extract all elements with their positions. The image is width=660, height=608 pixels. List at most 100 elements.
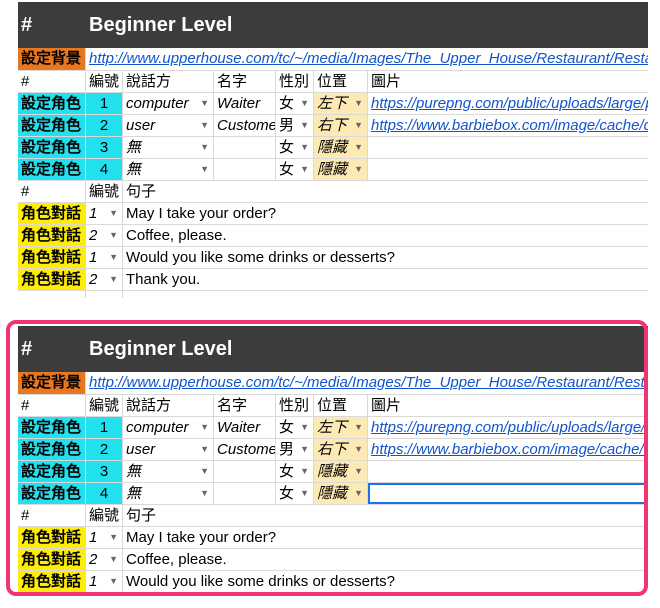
empty-cell[interactable] (18, 291, 86, 298)
dialog-label[interactable]: 角色對話 (18, 225, 86, 246)
role-label[interactable]: 設定角色 (18, 439, 86, 460)
dialog-sentence[interactable]: Coffee, please. (123, 225, 648, 246)
dropdown-caret-icon[interactable]: ▼ (109, 269, 118, 289)
background-url[interactable]: http://www.upperhouse.com/tc/~/media/Ima… (86, 48, 648, 70)
role-name[interactable]: Waiter (214, 93, 276, 114)
role-label[interactable]: 設定角色 (18, 461, 86, 482)
col-position[interactable]: 位置 (314, 71, 368, 92)
dropdown-caret-icon[interactable]: ▼ (200, 461, 209, 481)
position-dropdown[interactable]: 隱藏 ▼ (314, 483, 368, 504)
col-name[interactable]: 名字 (214, 71, 276, 92)
position-dropdown[interactable]: 左下 ▼ (314, 417, 368, 438)
position-dropdown[interactable]: 左下 ▼ (314, 93, 368, 114)
col-gender[interactable]: 性別 (276, 71, 314, 92)
empty-cell[interactable] (86, 291, 123, 298)
background-label[interactable]: 設定背景 (18, 372, 86, 394)
col-hash[interactable]: # (18, 395, 86, 416)
position-dropdown[interactable]: 隱藏 ▼ (314, 137, 368, 158)
dialog-number-dropdown[interactable]: 1 ▼ (86, 247, 123, 268)
speaker-dropdown[interactable]: user ▼ (123, 115, 214, 136)
role-name[interactable]: Waiter (214, 417, 276, 438)
role-image-url[interactable]: https://www.barbiebox.com/image/cache/da… (368, 115, 648, 136)
dialog-sentence[interactable]: May I take your order? (123, 527, 648, 548)
role-name[interactable] (214, 159, 276, 180)
col-position[interactable]: 位置 (314, 395, 368, 416)
dropdown-caret-icon[interactable]: ▼ (109, 549, 118, 569)
dropdown-caret-icon[interactable]: ▼ (354, 137, 363, 157)
gender-dropdown[interactable]: 女 ▼ (276, 93, 314, 114)
dialog-label[interactable]: 角色對話 (18, 203, 86, 224)
col-name[interactable]: 名字 (214, 395, 276, 416)
col-number[interactable]: 編號 (86, 395, 123, 416)
dropdown-caret-icon[interactable]: ▼ (200, 159, 209, 179)
speaker-dropdown[interactable]: user ▼ (123, 439, 214, 460)
dropdown-caret-icon[interactable]: ▼ (300, 93, 309, 113)
dialog-number-dropdown[interactable]: 1 ▼ (86, 203, 123, 224)
background-label[interactable]: 設定背景 (18, 48, 86, 70)
dialog-col-sentence[interactable]: 句子 (123, 505, 648, 526)
sheet-title[interactable]: Beginner Level (86, 2, 486, 48)
role-label[interactable]: 設定角色 (18, 483, 86, 504)
role-image-url[interactable]: https://www.barbiebox.com/image/cache/da… (368, 439, 648, 460)
dialog-col-hash[interactable]: # (18, 181, 86, 202)
dropdown-caret-icon[interactable]: ▼ (200, 93, 209, 113)
role-name[interactable]: Customer (214, 115, 276, 136)
dialog-sentence[interactable]: Coffee, please. (123, 549, 648, 570)
hash-header[interactable]: # (18, 326, 86, 372)
dialog-number-dropdown[interactable]: 2 ▼ (86, 549, 123, 570)
role-image-url[interactable] (368, 137, 648, 158)
dialog-number-dropdown[interactable]: 2 ▼ (86, 269, 123, 290)
dropdown-caret-icon[interactable]: ▼ (109, 571, 118, 591)
role-label[interactable]: 設定角色 (18, 115, 86, 136)
role-name[interactable] (214, 461, 276, 482)
col-gender[interactable]: 性別 (276, 395, 314, 416)
position-dropdown[interactable]: 隱藏 ▼ (314, 461, 368, 482)
hash-header[interactable]: # (18, 2, 86, 48)
role-image-url[interactable] (368, 483, 648, 504)
dropdown-caret-icon[interactable]: ▼ (300, 159, 309, 179)
dropdown-caret-icon[interactable]: ▼ (200, 483, 209, 503)
dialog-label[interactable]: 角色對話 (18, 527, 86, 548)
speaker-dropdown[interactable]: 無 ▼ (123, 461, 214, 482)
speaker-dropdown[interactable]: computer ▼ (123, 417, 214, 438)
role-label[interactable]: 設定角色 (18, 417, 86, 438)
background-url[interactable]: http://www.upperhouse.com/tc/~/media/Ima… (86, 372, 648, 394)
dropdown-caret-icon[interactable]: ▼ (354, 93, 363, 113)
role-number[interactable]: 4 (86, 159, 123, 180)
position-dropdown[interactable]: 右下 ▼ (314, 115, 368, 136)
dialog-number-dropdown[interactable]: 2 ▼ (86, 225, 123, 246)
speaker-dropdown[interactable]: 無 ▼ (123, 483, 214, 504)
role-image-url[interactable] (368, 461, 648, 482)
dialog-label[interactable]: 角色對話 (18, 549, 86, 570)
dropdown-caret-icon[interactable]: ▼ (354, 159, 363, 179)
role-image-url[interactable] (368, 159, 648, 180)
dropdown-caret-icon[interactable]: ▼ (300, 483, 309, 503)
position-dropdown[interactable]: 右下 ▼ (314, 439, 368, 460)
dropdown-caret-icon[interactable]: ▼ (109, 225, 118, 245)
dialog-col-hash[interactable]: # (18, 505, 86, 526)
col-speaker[interactable]: 說話方 (123, 395, 214, 416)
role-image-url[interactable]: https://purepng.com/public/uploads/large… (368, 93, 648, 114)
dialog-sentence[interactable]: May I take your order? (123, 203, 648, 224)
dropdown-caret-icon[interactable]: ▼ (109, 203, 118, 223)
sheet-title[interactable]: Beginner Level (86, 326, 486, 372)
speaker-dropdown[interactable]: 無 ▼ (123, 159, 214, 180)
dropdown-caret-icon[interactable]: ▼ (300, 137, 309, 157)
role-image-url[interactable]: https://purepng.com/public/uploads/large… (368, 417, 648, 438)
col-speaker[interactable]: 說話方 (123, 71, 214, 92)
dropdown-caret-icon[interactable]: ▼ (354, 461, 363, 481)
dropdown-caret-icon[interactable]: ▼ (300, 439, 309, 459)
dropdown-caret-icon[interactable]: ▼ (200, 115, 209, 135)
col-image[interactable]: 圖片 (368, 395, 648, 416)
gender-dropdown[interactable]: 男 ▼ (276, 439, 314, 460)
role-number[interactable]: 4 (86, 483, 123, 504)
dropdown-caret-icon[interactable]: ▼ (200, 137, 209, 157)
dialog-col-number[interactable]: 編號 (86, 505, 123, 526)
col-image[interactable]: 圖片 (368, 71, 648, 92)
role-number[interactable]: 2 (86, 439, 123, 460)
dialog-sentence[interactable]: Would you like some drinks or desserts? (123, 571, 648, 592)
dialog-col-number[interactable]: 編號 (86, 181, 123, 202)
dialog-label[interactable]: 角色對話 (18, 269, 86, 290)
role-number[interactable]: 1 (86, 417, 123, 438)
role-name[interactable]: Customer (214, 439, 276, 460)
